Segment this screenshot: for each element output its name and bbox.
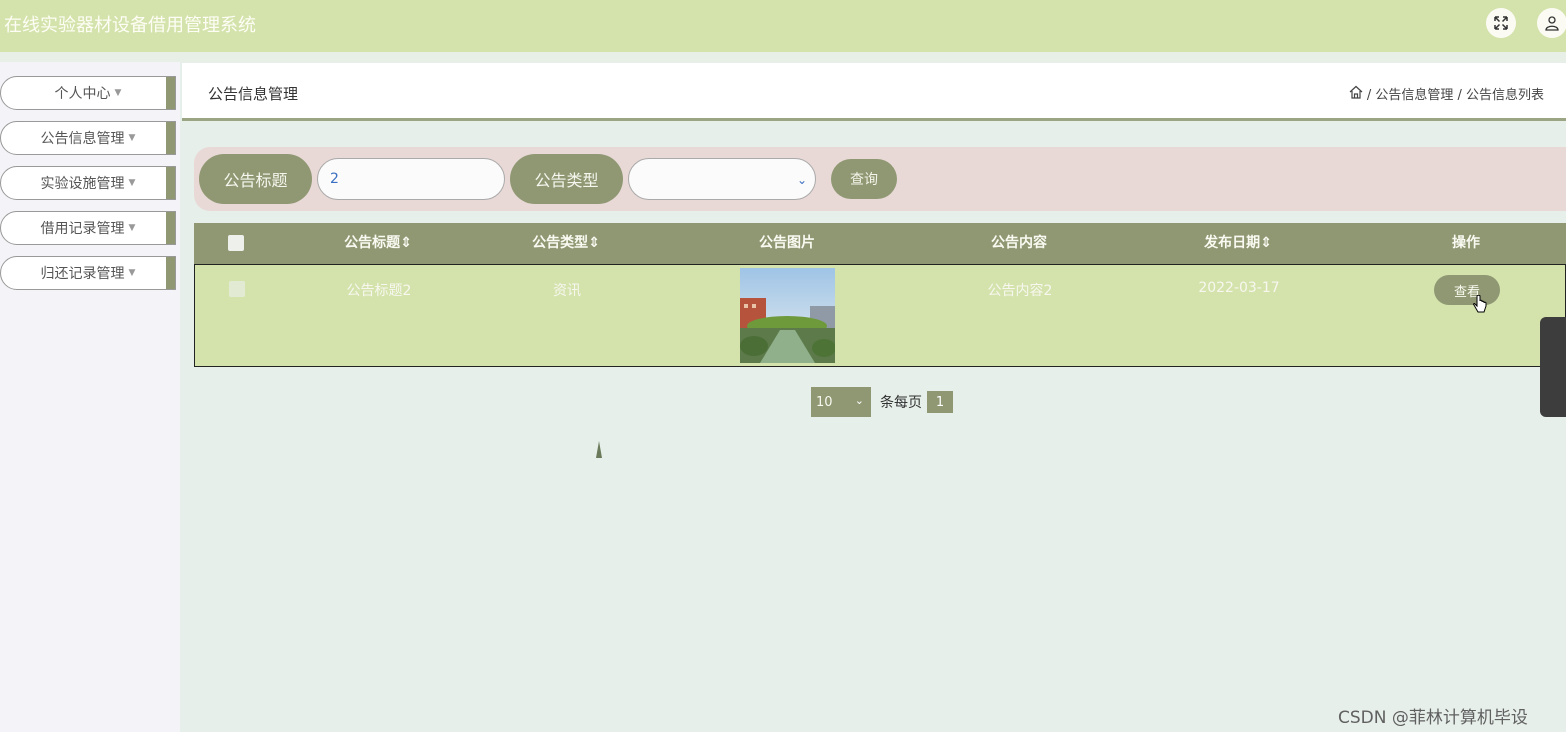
announcement-table: 公告标题⇕ 公告类型⇕ 公告图片 公告内容 发布日期⇕ 操作 公告标题2 资讯 — [194, 223, 1566, 368]
page-number-button[interactable]: 1 — [927, 391, 953, 413]
table-row: 公告标题2 资讯 公告内容2 2022-03-17 查看 — [194, 264, 1566, 367]
sidebar-item-label: 归还记录管理 — [40, 266, 125, 282]
fullscreen-icon[interactable] — [1486, 8, 1516, 38]
sidebar-item-label: 实验设施管理 — [40, 176, 125, 192]
page-size-value: 10 — [816, 394, 833, 410]
sidebar-item-label: 借用记录管理 — [40, 221, 125, 237]
cell-date: 2022-03-17 — [1198, 280, 1280, 296]
column-header-label: 公告类型 — [532, 235, 589, 251]
app-title: 在线实验器材设备借用管理系统 — [4, 15, 256, 36]
column-header-title[interactable]: 公告标题⇕ — [344, 223, 412, 264]
user-icon[interactable] — [1537, 8, 1566, 38]
side-drawer-handle[interactable] — [1540, 317, 1566, 417]
caret-down-icon: ▼ — [128, 178, 136, 188]
query-button[interactable]: 查询 — [831, 159, 897, 199]
view-button[interactable]: 查看 — [1434, 275, 1500, 305]
column-header-label: 发布日期 — [1204, 235, 1261, 251]
title-filter-label: 公告标题 — [199, 154, 312, 204]
sidebar-item-return-records[interactable]: 归还记录管理 ▼ — [0, 256, 176, 290]
sidebar-item-label: 个人中心 — [54, 86, 111, 102]
caret-down-icon: ▼ — [128, 268, 136, 278]
home-icon[interactable] — [1349, 85, 1363, 103]
pagination: 10 ⌄ 条每页 1 — [811, 387, 953, 417]
page-title: 公告信息管理 — [208, 85, 299, 103]
chevron-down-icon: ⌄ — [854, 394, 864, 407]
sidebar-item-announcements[interactable]: 公告信息管理 ▼ — [0, 121, 176, 155]
per-page-label: 条每页 — [880, 395, 922, 411]
sort-icon: ⇕ — [588, 235, 600, 251]
sort-icon: ⇕ — [1260, 235, 1272, 251]
search-form: 公告标题 2 公告类型 ⌄ 查询 — [194, 147, 1566, 211]
header-divider — [0, 52, 1566, 62]
table-header: 公告标题⇕ 公告类型⇕ 公告图片 公告内容 发布日期⇕ 操作 — [194, 223, 1566, 264]
caret-down-icon: ▼ — [114, 88, 122, 98]
cell-content: 公告内容2 — [987, 283, 1053, 299]
breadcrumb-trail[interactable]: / 公告信息管理 / 公告信息列表 — [1367, 84, 1544, 103]
pointer-mark — [596, 441, 602, 458]
sidebar-item-accent — [166, 257, 175, 289]
sidebar-item-accent — [166, 77, 175, 109]
sidebar-item-borrow-records[interactable]: 借用记录管理 ▼ — [0, 211, 176, 245]
cell-title: 公告标题2 — [346, 283, 412, 299]
type-select[interactable]: ⌄ — [628, 158, 816, 200]
chevron-down-icon: ⌄ — [796, 173, 807, 187]
sidebar: 个人中心 ▼ 公告信息管理 ▼ 实验设施管理 ▼ 借用记录管理 ▼ 归还记录管理 ▼ — [0, 62, 180, 732]
column-header-image: 公告图片 — [759, 235, 815, 251]
announcement-image — [740, 268, 835, 363]
breadcrumb-panel: 公告信息管理 / 公告信息管理 / 公告信息列表 — [182, 63, 1566, 121]
sidebar-item-accent — [166, 212, 175, 244]
column-header-date[interactable]: 发布日期⇕ — [1204, 223, 1272, 264]
sort-icon: ⇕ — [400, 235, 412, 251]
sidebar-item-label: 公告信息管理 — [40, 131, 125, 147]
type-filter-label: 公告类型 — [510, 154, 623, 204]
row-checkbox[interactable] — [229, 281, 245, 297]
sidebar-item-personal-center[interactable]: 个人中心 ▼ — [0, 76, 176, 110]
sidebar-item-lab-facilities[interactable]: 实验设施管理 ▼ — [0, 166, 176, 200]
sidebar-item-accent — [166, 167, 175, 199]
sidebar-item-accent — [166, 122, 175, 154]
column-header-label: 公告标题 — [344, 235, 401, 251]
hand-cursor-icon — [1473, 294, 1487, 319]
caret-down-icon: ▼ — [128, 223, 136, 233]
column-header-content: 公告内容 — [991, 235, 1047, 251]
breadcrumb: / 公告信息管理 / 公告信息列表 — [1349, 84, 1544, 103]
title-search-input[interactable]: 2 — [317, 158, 505, 200]
watermark: CSDN @菲林计算机毕设 — [1338, 708, 1528, 728]
page-size-select[interactable]: 10 ⌄ — [811, 387, 871, 417]
select-all-checkbox[interactable] — [228, 235, 244, 251]
caret-down-icon: ▼ — [128, 133, 136, 143]
top-header: 在线实验器材设备借用管理系统 — [0, 0, 1566, 52]
cell-type: 资讯 — [553, 283, 581, 299]
column-header-type[interactable]: 公告类型⇕ — [532, 223, 600, 264]
column-header-actions: 操作 — [1452, 235, 1480, 251]
